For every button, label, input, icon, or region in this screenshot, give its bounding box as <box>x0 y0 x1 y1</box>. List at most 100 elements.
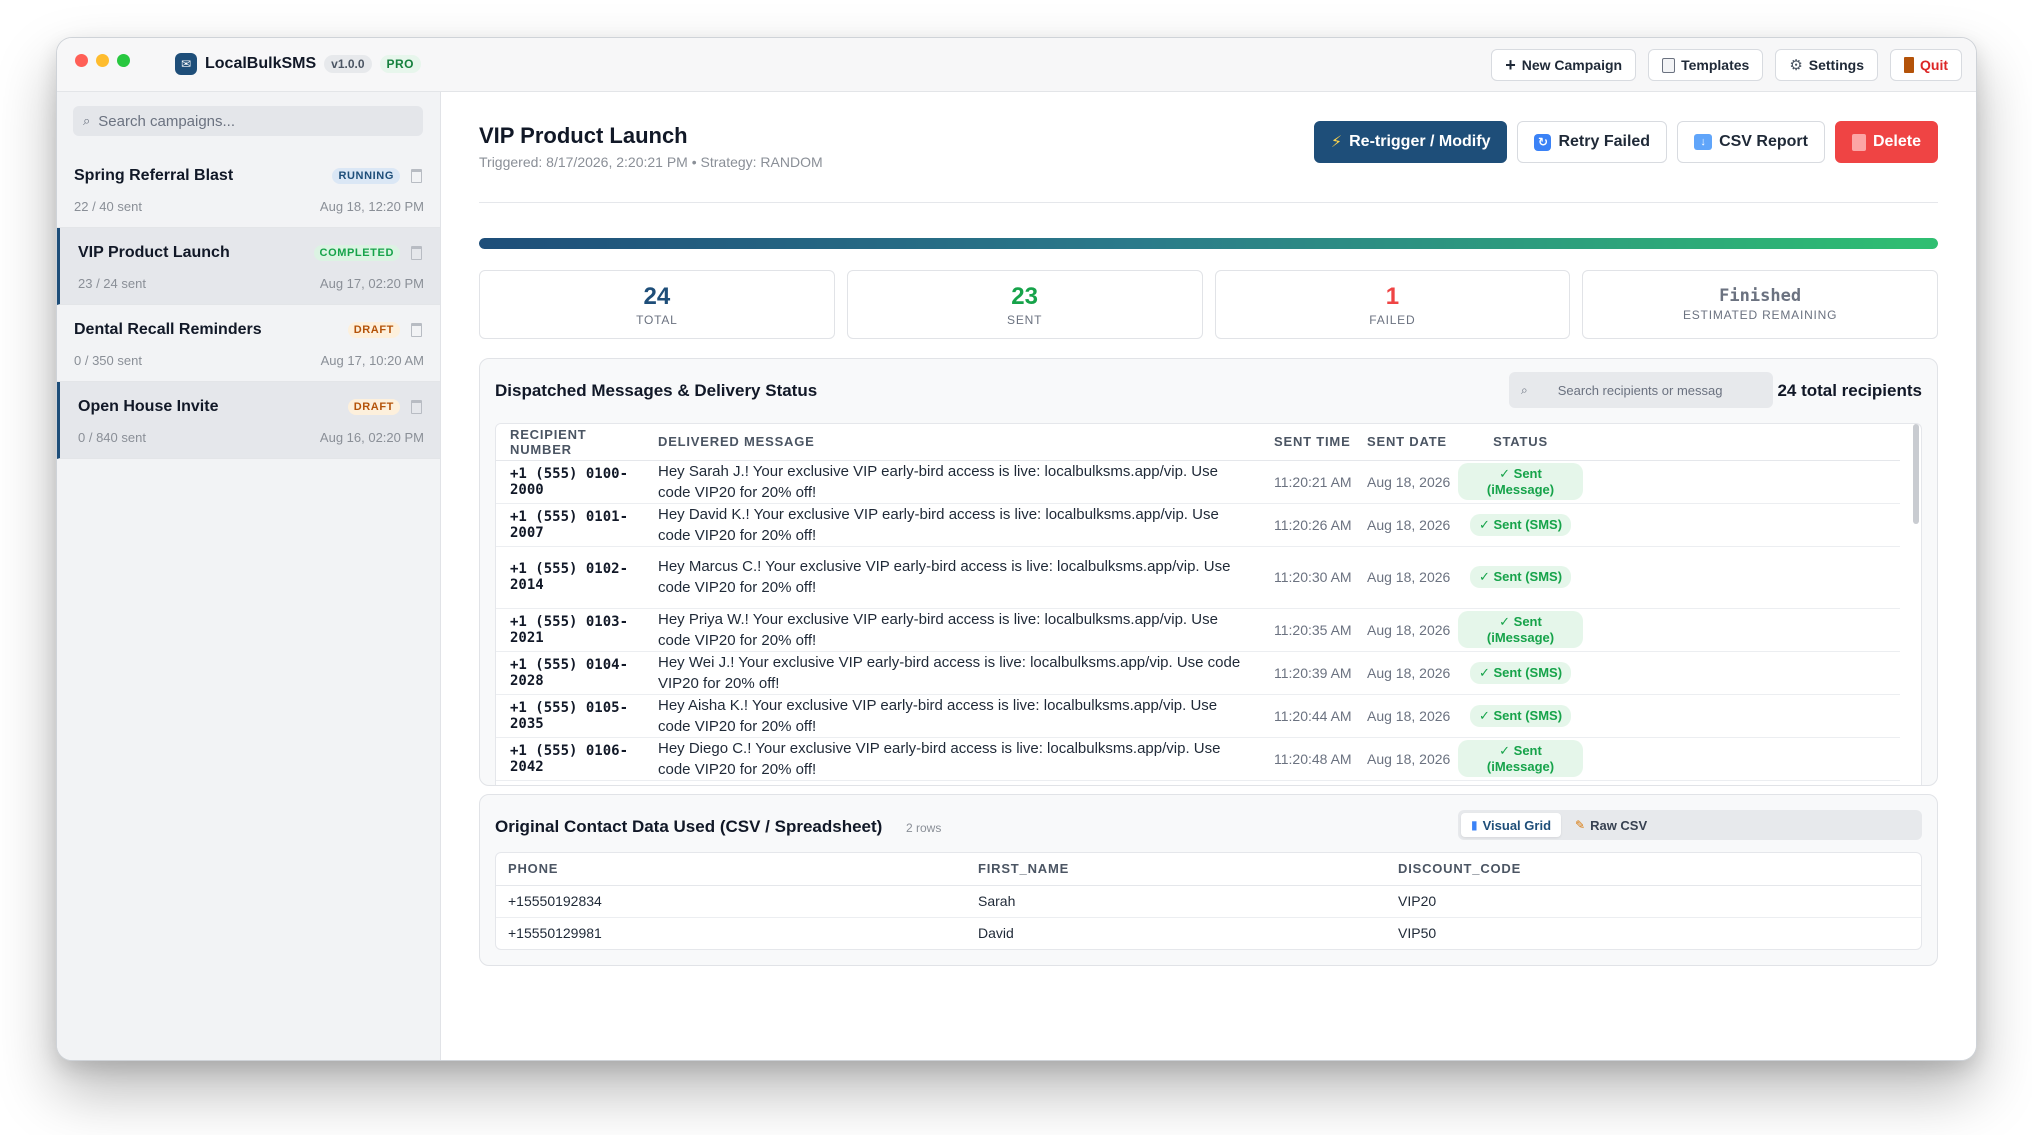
new-campaign-button[interactable]: + New Campaign <box>1491 49 1637 81</box>
app-logo-icon: ✉ <box>175 53 197 75</box>
chart-icon: ▮ <box>1471 818 1478 832</box>
templates-label: Templates <box>1681 57 1750 73</box>
retry-failed-button[interactable]: ↻ Retry Failed <box>1517 121 1668 163</box>
stat-label: TOTAL <box>636 313 678 327</box>
table-row[interactable]: +1 (555) 0104-2028 Hey Wei J.! Your exclu… <box>496 651 1900 695</box>
stat-label: FAILED <box>1369 313 1416 327</box>
row-spacer <box>1583 694 1900 738</box>
campaign-sent-count: 22 / 40 sent <box>74 199 142 214</box>
contacts-panel: Original Contact Data Used (CSV / Spread… <box>479 794 1938 966</box>
table-row[interactable]: +15550129981 David VIP50 <box>496 917 1921 949</box>
status-badge: DRAFT <box>347 399 400 415</box>
progress-bar <box>479 238 1938 249</box>
column-header[interactable]: RECIPIENT NUMBER <box>496 424 644 461</box>
column-header[interactable]: SENT DATE <box>1353 424 1458 461</box>
delivered-message: Hey Aisha K.! Your exclusive VIP early-b… <box>644 694 1260 738</box>
table-row[interactable]: +1 (555) 0106-2042 Hey Diego C.! Your exc… <box>496 737 1900 781</box>
campaign-sent-count: 0 / 840 sent <box>78 430 146 445</box>
sent-time: 11:20:48 AM <box>1260 737 1353 781</box>
column-header[interactable]: STATUS <box>1458 424 1583 461</box>
retrigger-button[interactable]: ⚡ Re-trigger / Modify <box>1313 121 1508 163</box>
status-cell: ✓ Sent (SMS) <box>1458 694 1583 738</box>
campaign-item[interactable]: Dental Recall Reminders DRAFT 0 / 350 se… <box>57 305 440 382</box>
trash-icon <box>1851 133 1866 151</box>
status-badge: ✓ Sent (SMS) <box>1469 513 1572 536</box>
retry-failed-label: Retry Failed <box>1558 133 1651 150</box>
zoom-window-button[interactable] <box>117 54 130 67</box>
retrigger-label: Re-trigger / Modify <box>1349 133 1491 150</box>
stat-value: Finished <box>1719 286 1802 306</box>
campaign-search-input[interactable] <box>98 112 399 130</box>
visual-grid-label: Visual Grid <box>1482 817 1552 833</box>
row-spacer <box>1583 737 1900 781</box>
minimize-window-button[interactable] <box>96 54 109 67</box>
quit-button[interactable]: Quit <box>1890 49 1962 81</box>
recipient-number: +1 (555) 0106-2042 <box>496 737 644 781</box>
settings-button[interactable]: ⚙ Settings <box>1775 49 1878 81</box>
campaign-date: Aug 17, 02:20 PM <box>319 276 424 291</box>
quit-label: Quit <box>1920 57 1948 73</box>
top-actions: + New Campaign Templates ⚙ Settings Quit <box>1491 49 1962 81</box>
status-badge: ✓ Sent (SMS) <box>1469 566 1572 588</box>
retry-icon: ↻ <box>1534 133 1552 151</box>
table-row[interactable]: +15550192834 Sarah VIP20 <box>496 885 1921 918</box>
column-header[interactable]: PHONE <box>496 853 966 886</box>
campaign-list: Spring Referral Blast RUNNING 22 / 40 se… <box>57 151 440 459</box>
sent-time: 11:20:44 AM <box>1260 694 1353 738</box>
column-header[interactable]: DELIVERED MESSAGE <box>644 424 1260 461</box>
column-header[interactable]: DISCOUNT_CODE <box>1386 853 1921 886</box>
table-row[interactable]: +1 (555) 0102-2014 Hey Marcus C.! Your ex… <box>496 546 1900 609</box>
column-header[interactable]: FIRST_NAME <box>966 853 1386 886</box>
trash-icon[interactable] <box>411 323 422 337</box>
sent-date: Aug 18, 2026 <box>1353 608 1458 652</box>
campaign-item-selected[interactable]: VIP Product Launch COMPLETED 23 / 24 sen… <box>57 228 440 305</box>
table-row[interactable]: +1 (555) 0103-2021 Hey Priya W.! Your exc… <box>496 608 1900 652</box>
sent-date: Aug 18, 2026 <box>1353 694 1458 738</box>
status-cell: ✓ Sent (SMS) <box>1458 503 1583 547</box>
delivered-message: Hey David K.! Your exclusive VIP early-b… <box>644 503 1260 547</box>
row-spacer <box>1583 460 1900 504</box>
status-badge: RUNNING <box>332 168 400 184</box>
sent-date: Aug 18, 2026 <box>1353 546 1458 609</box>
templates-button[interactable]: Templates <box>1648 49 1764 81</box>
trash-icon[interactable] <box>411 400 422 414</box>
status-badge: DRAFT <box>347 322 400 338</box>
status-cell: ✓ Sent (iMessage) <box>1458 460 1583 504</box>
stat-value: 24 <box>643 283 671 310</box>
status-badge: ✓ Sent (iMessage) <box>1458 740 1583 777</box>
recipient-search-input[interactable] <box>1557 382 1758 398</box>
recipient-number: +1 (555) 0105-2035 <box>496 694 644 738</box>
pencil-icon: ✎ <box>1575 818 1586 832</box>
delivered-message: Hey Diego C.! Your exclusive VIP early-b… <box>644 737 1260 781</box>
table-cell: David <box>978 925 1014 942</box>
row-spacer <box>1583 546 1900 609</box>
search-icon: ⌕ <box>83 113 91 128</box>
csv-report-button[interactable]: ↓ CSV Report <box>1677 121 1825 163</box>
recipient-number: +1 (555) 0101-2007 <box>496 503 644 547</box>
stat-remaining: Finished ESTIMATED REMAINING <box>1582 270 1938 339</box>
trash-icon[interactable] <box>411 246 422 260</box>
campaign-sent-count: 23 / 24 sent <box>78 276 146 291</box>
scrollbar[interactable] <box>1913 424 1919 524</box>
table-cell: +15550192834 <box>496 885 966 918</box>
page-title: VIP Product Launch <box>479 123 688 148</box>
bolt-icon: ⚡ <box>1330 134 1343 151</box>
plus-icon: + <box>1505 55 1516 75</box>
campaign-item[interactable]: Open House Invite DRAFT 0 / 840 sent Aug… <box>57 382 440 459</box>
campaign-item[interactable]: Spring Referral Blast RUNNING 22 / 40 se… <box>57 151 440 228</box>
download-icon: ↓ <box>1694 134 1713 150</box>
table-row[interactable]: +1 (555) 0105-2035 Hey Aisha K.! Your exc… <box>496 694 1900 738</box>
recipient-number: +1 (555) 0104-2028 <box>496 651 644 695</box>
table-row[interactable]: +1 (555) 0100-2000 Hey Sarah J.! Your exc… <box>496 460 1900 504</box>
view-toggle: ▮ Visual Grid ✎ Raw CSV <box>1458 810 1922 840</box>
table-row[interactable]: +1 (555) 0101-2007 Hey David K.! Your exc… <box>496 503 1900 547</box>
status-cell: ✓ Sent (iMessage) <box>1458 737 1583 781</box>
table-cell: VIP50 <box>1398 925 1437 942</box>
visual-grid-tab[interactable]: ▮ Visual Grid <box>1461 813 1562 837</box>
close-window-button[interactable] <box>75 54 88 67</box>
delete-button[interactable]: Delete <box>1834 121 1938 163</box>
trash-icon[interactable] <box>411 169 422 183</box>
raw-csv-tab[interactable]: ✎ Raw CSV <box>1565 813 1657 837</box>
campaign-actions: ⚡ Re-trigger / Modify ↻ Retry Failed ↓ C… <box>1313 121 1938 163</box>
column-header[interactable]: SENT TIME <box>1260 424 1353 461</box>
